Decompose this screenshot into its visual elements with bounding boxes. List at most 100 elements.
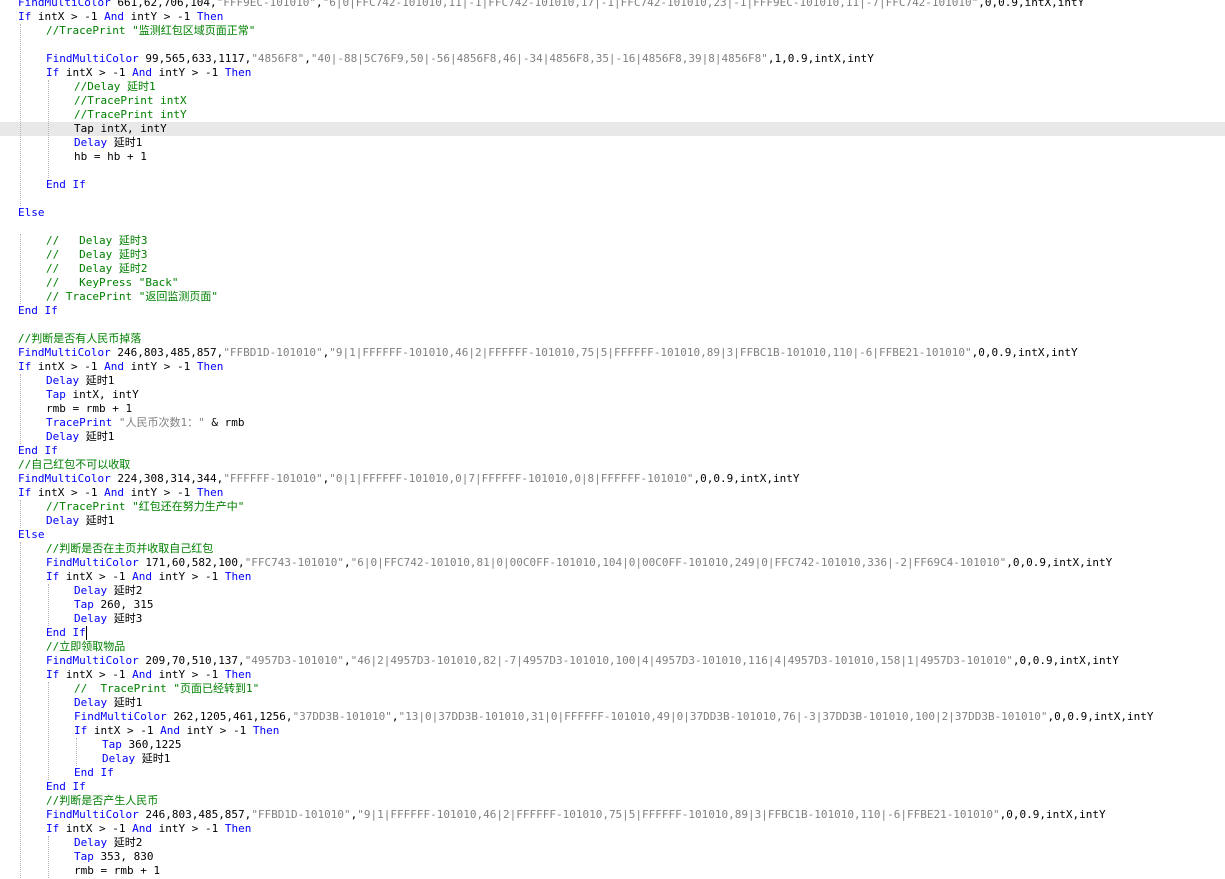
code-line[interactable] <box>0 192 1225 206</box>
code-line[interactable]: Tap 360,1225 <box>0 738 1225 752</box>
current-code-line[interactable]: Tap intX, intY <box>0 122 1225 136</box>
indent-guide <box>20 542 21 878</box>
keyword-token: Then <box>224 668 252 681</box>
code-line[interactable]: // Delay 延时2 <box>0 262 1225 276</box>
code-token: 246,803,485,857, <box>138 808 252 821</box>
indent-guide <box>20 500 21 528</box>
code-token: intX > -1 <box>31 486 105 499</box>
string-token: "40|-88|5C76F9,50|-56|4856F8,46|-34|4856… <box>310 52 768 65</box>
code-line[interactable]: // TracePrint "返回监测页面" <box>0 290 1225 304</box>
code-line[interactable]: //自己红包不可以收取 <box>0 458 1225 472</box>
code-editor[interactable]: FindMultiColor 661,62,706,104,"FFF9EC-10… <box>0 0 1225 879</box>
code-line[interactable]: Delay 延时1 <box>0 514 1225 528</box>
code-line[interactable]: If intX > -1 And intY > -1 Then <box>0 486 1225 500</box>
comment-token: //TracePrint intX <box>74 94 187 107</box>
code-line[interactable]: End If <box>0 766 1225 780</box>
code-line[interactable]: //判断是否有人民币掉落 <box>0 332 1225 346</box>
code-line[interactable]: Else <box>0 206 1225 220</box>
code-line[interactable]: Tap 260, 315 <box>0 598 1225 612</box>
string-token: "9|1|FFFFFF-101010,46|2|FFFFFF-101010,75… <box>357 808 1000 821</box>
code-line[interactable] <box>0 318 1225 332</box>
code-line[interactable]: FindMultiColor 246,803,485,857,"FFBD1D-1… <box>0 346 1225 360</box>
code-line[interactable]: Delay 延时2 <box>0 836 1225 850</box>
indent-guide <box>20 234 21 304</box>
code-token: 延时2 <box>107 584 143 597</box>
keyword-token: End If <box>46 178 86 191</box>
code-line[interactable]: End If <box>0 444 1225 458</box>
code-token: intY > -1 <box>123 360 197 373</box>
code-line[interactable]: hb = hb + 1 <box>0 150 1225 164</box>
code-line[interactable]: //Delay 延时1 <box>0 80 1225 94</box>
code-line[interactable]: Delay 延时3 <box>0 612 1225 626</box>
code-line[interactable]: If intX > -1 And intY > -1 Then <box>0 570 1225 584</box>
code-line[interactable]: If intX > -1 And intY > -1 Then <box>0 724 1225 738</box>
code-line[interactable]: Tap 353, 830 <box>0 850 1225 864</box>
code-token: intX > -1 <box>87 724 161 737</box>
code-token: & rmb <box>204 416 245 429</box>
code-token: Tap intX, intY <box>74 122 167 135</box>
code-token: intX > -1 <box>59 668 133 681</box>
keyword-token: Delay <box>46 374 80 387</box>
code-line[interactable]: // Delay 延时3 <box>0 248 1225 262</box>
code-line[interactable]: TracePrint "人民币次数1：" & rmb <box>0 416 1225 430</box>
keyword-token: FindMultiColor <box>18 472 111 485</box>
code-line[interactable]: // TracePrint "页面已经转到1" <box>0 682 1225 696</box>
code-token: intY > -1 <box>123 10 197 23</box>
code-line[interactable]: FindMultiColor 224,308,314,344,"FFFFFF-1… <box>0 472 1225 486</box>
keyword-token: End If <box>46 626 86 639</box>
keyword-token: And <box>104 360 124 373</box>
string-token: "人民币次数1：" <box>118 416 205 429</box>
code-line[interactable]: //TracePrint "红包还在努力生产中" <box>0 500 1225 514</box>
code-line[interactable]: //判断是否产生人民币 <box>0 794 1225 808</box>
code-line[interactable]: FindMultiColor 171,60,582,100,"FFC743-10… <box>0 556 1225 570</box>
keyword-token: Else <box>18 528 45 541</box>
keyword-token: Tap <box>102 738 122 751</box>
code-line[interactable] <box>0 38 1225 52</box>
code-line[interactable]: FindMultiColor 262,1205,461,1256,"37DD3B… <box>0 710 1225 724</box>
code-line[interactable]: //TracePrint "监测红包区域页面正常" <box>0 24 1225 38</box>
code-line[interactable]: Delay 延时1 <box>0 696 1225 710</box>
code-line[interactable]: //TracePrint intY <box>0 108 1225 122</box>
keyword-token: Delay <box>74 696 108 709</box>
code-line[interactable]: If intX > -1 And intY > -1 Then <box>0 66 1225 80</box>
code-line[interactable]: //TracePrint intX <box>0 94 1225 108</box>
code-line[interactable]: Else <box>0 528 1225 542</box>
code-line[interactable]: Tap intX, intY <box>0 388 1225 402</box>
code-line[interactable]: FindMultiColor 661,62,706,104,"FFF9EC-10… <box>0 0 1225 10</box>
keyword-token: And <box>104 10 124 23</box>
code-token: 224,308,314,344, <box>110 472 224 485</box>
code-line[interactable]: If intX > -1 And intY > -1 Then <box>0 360 1225 374</box>
code-line[interactable]: Delay 延时1 <box>0 752 1225 766</box>
code-token: intX, intY <box>65 388 139 401</box>
code-line[interactable]: If intX > -1 And intY > -1 Then <box>0 822 1225 836</box>
keyword-token: And <box>132 570 152 583</box>
code-line[interactable]: FindMultiColor 246,803,485,857,"FFBD1D-1… <box>0 808 1225 822</box>
code-line[interactable] <box>0 164 1225 178</box>
code-line[interactable]: FindMultiColor 99,565,633,1117,"4856F8",… <box>0 52 1225 66</box>
code-line[interactable] <box>0 220 1225 234</box>
code-line[interactable]: End If <box>0 780 1225 794</box>
keyword-token: Tap <box>46 388 66 401</box>
code-token: intY > -1 <box>151 822 225 835</box>
code-line[interactable]: Delay 延时1 <box>0 374 1225 388</box>
code-token: rmb = rmb + 1 <box>74 864 161 877</box>
keyword-token: If <box>18 360 32 373</box>
string-token: "FFF9EC-101010" <box>216 0 317 9</box>
code-line[interactable]: // Delay 延时3 <box>0 234 1225 248</box>
code-line[interactable]: // KeyPress "Back" <box>0 276 1225 290</box>
code-line[interactable]: If intX > -1 And intY > -1 Then <box>0 668 1225 682</box>
code-line[interactable]: End If <box>0 626 1225 640</box>
code-line[interactable]: End If <box>0 304 1225 318</box>
code-line[interactable]: End If <box>0 178 1225 192</box>
code-line[interactable]: rmb = rmb + 1 <box>0 402 1225 416</box>
code-line[interactable]: FindMultiColor 209,70,510,137,"4957D3-10… <box>0 654 1225 668</box>
code-token: ,0,0.9,intX,intY <box>1006 556 1113 569</box>
code-line[interactable]: Delay 延时2 <box>0 584 1225 598</box>
code-line[interactable]: rmb = rmb + 1 <box>0 864 1225 878</box>
code-token: intX > -1 <box>59 822 133 835</box>
code-line[interactable]: Delay 延时1 <box>0 136 1225 150</box>
code-line[interactable]: If intX > -1 And intY > -1 Then <box>0 10 1225 24</box>
code-line[interactable]: Delay 延时1 <box>0 430 1225 444</box>
code-line[interactable]: //判断是否在主页并收取自己红包 <box>0 542 1225 556</box>
code-line[interactable]: //立即领取物品 <box>0 640 1225 654</box>
